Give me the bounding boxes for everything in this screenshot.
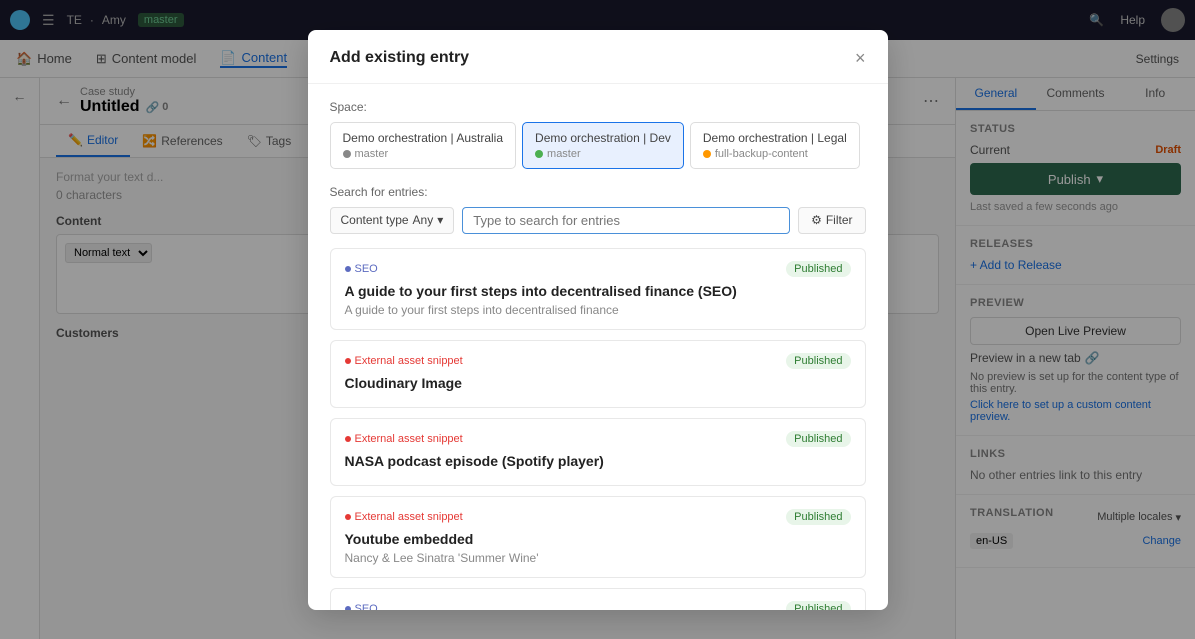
space-australia-branch: master [343,148,504,160]
search-input[interactable] [473,213,779,228]
entry-type-0: SEO [345,263,378,275]
entry-status-2: Published [786,431,850,447]
content-type-label: Content type [341,213,409,227]
entry-card-3-top: External asset snippet Published [345,509,851,525]
filter-icon: ⚙ [811,213,822,227]
space-dev-name: Demo orchestration | Dev [535,131,671,145]
space-option-legal[interactable]: Demo orchestration | Legal full-backup-c… [690,122,860,169]
entry-type-1: External asset snippet [345,355,463,367]
search-row: Content type Any ▾ ⚙ Filter [330,207,866,234]
entry-subtitle-0: A guide to your first steps into decentr… [345,303,851,317]
entry-type-3: External asset snippet [345,511,463,523]
space-option-australia[interactable]: Demo orchestration | Australia master [330,122,517,169]
modal-body: Space: Demo orchestration | Australia ma… [308,84,888,610]
entry-type-dot-1 [345,358,351,364]
entry-card-3[interactable]: External asset snippet Published Youtube… [330,496,866,578]
entry-type-4: SEO [345,603,378,610]
entry-status-4: Published [786,601,850,610]
search-label: Search for entries: [330,185,866,199]
modal-overlay[interactable]: Add existing entry × Space: Demo orchest… [0,0,1195,639]
entry-card-0[interactable]: SEO Published A guide to your first step… [330,248,866,330]
filter-chip-value: Any [413,213,434,227]
entry-title-2: NASA podcast episode (Spotify player) [345,453,851,469]
entry-card-0-top: SEO Published [345,261,851,277]
space-legal-branch: full-backup-content [703,148,847,160]
content-type-filter-chip[interactable]: Content type Any ▾ [330,207,455,234]
entry-card-2[interactable]: External asset snippet Published NASA po… [330,418,866,486]
entry-status-3: Published [786,509,850,525]
modal-close-button[interactable]: × [855,48,866,69]
entry-card-4-top: SEO Published [345,601,851,610]
space-legal-name: Demo orchestration | Legal [703,131,847,145]
space-options: Demo orchestration | Australia master De… [330,122,866,169]
space-label: Space: [330,100,866,114]
entry-title-0: A guide to your first steps into decentr… [345,283,851,299]
search-input-box [462,207,790,234]
chevron-down-icon: ▾ [437,213,443,227]
modal-header: Add existing entry × [308,30,888,84]
space-option-dev[interactable]: Demo orchestration | Dev master [522,122,684,169]
space-dev-branch: master [535,148,671,160]
entry-title-3: Youtube embedded [345,531,851,547]
entry-list: SEO Published A guide to your first step… [330,248,866,610]
branch-dot-dev [535,150,543,158]
branch-dot-australia [343,150,351,158]
entry-type-dot-4 [345,606,351,610]
modal-title: Add existing entry [330,49,470,67]
entry-status-0: Published [786,261,850,277]
entry-type-dot-2 [345,436,351,442]
branch-dot-legal [703,150,711,158]
entry-type-2: External asset snippet [345,433,463,445]
entry-card-4[interactable]: SEO Published Option Trading with Colour… [330,588,866,610]
entry-card-2-top: External asset snippet Published [345,431,851,447]
entry-subtitle-3: Nancy & Lee Sinatra 'Summer Wine' [345,551,851,565]
entry-type-dot-0 [345,266,351,272]
entry-type-dot-3 [345,514,351,520]
entry-card-1[interactable]: External asset snippet Published Cloudin… [330,340,866,408]
add-existing-entry-modal: Add existing entry × Space: Demo orchest… [308,30,888,610]
entry-card-1-top: External asset snippet Published [345,353,851,369]
space-australia-name: Demo orchestration | Australia [343,131,504,145]
entry-status-1: Published [786,353,850,369]
entry-title-1: Cloudinary Image [345,375,851,391]
filter-button[interactable]: ⚙ Filter [798,207,865,234]
